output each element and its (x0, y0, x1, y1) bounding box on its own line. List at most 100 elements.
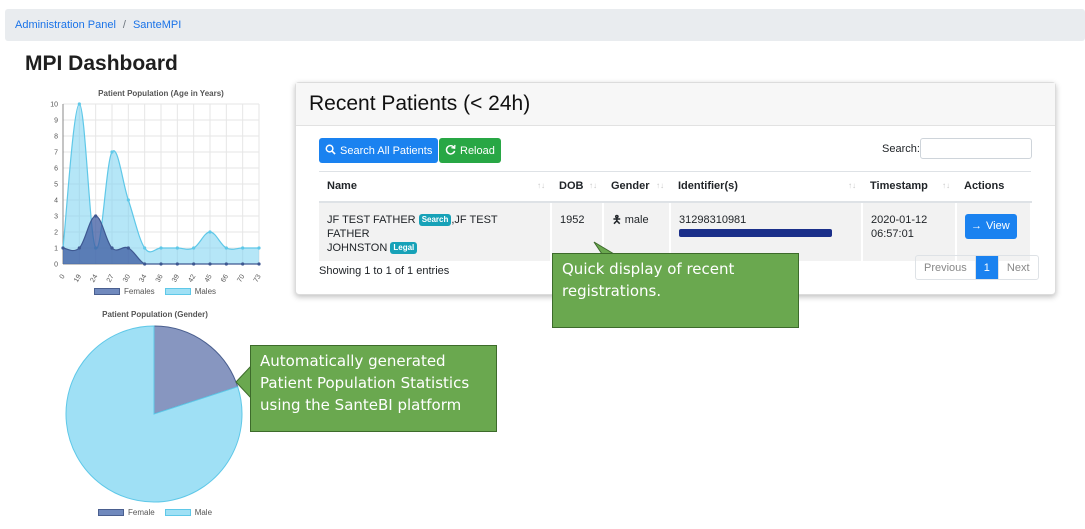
sort-icon: ↑↓ (942, 181, 950, 190)
age-chart-title: Patient Population (Age in Years) (98, 89, 224, 98)
male-person-icon: 🯅 (612, 213, 622, 226)
legend-swatch-female (98, 509, 124, 516)
point-females (110, 246, 114, 250)
point-males (192, 246, 196, 250)
point-males (143, 246, 147, 250)
y-tick-label: 9 (54, 118, 58, 125)
legal-badge: Legal (390, 241, 418, 254)
redacted-identifier (679, 228, 832, 237)
breadcrumb-administration-panel[interactable]: Administration Panel (15, 19, 116, 31)
gender-pie-chart (65, 325, 243, 503)
legend-swatch-females (94, 288, 120, 295)
legend-swatch-males (164, 288, 191, 295)
legend-swatch-male (164, 509, 191, 516)
search-label: Search: (882, 143, 920, 155)
table-row: JF TEST FATHER Search ,JF TEST FATHER JOH… (319, 201, 1032, 261)
point-males (77, 102, 81, 106)
point-females (208, 262, 212, 266)
search-all-patients-button[interactable]: Search All Patients (319, 138, 439, 163)
gender-chart-legend: Female Male (98, 508, 212, 517)
age-chart-legend: Females Males (94, 287, 216, 296)
point-males (257, 246, 261, 250)
point-males (224, 246, 228, 250)
point-females (61, 246, 65, 250)
age-chart: 0123456789100 19 24 27 30 34 36 39 42 45 66 70 73 (50, 102, 263, 284)
recent-patients-table: Name ↑↓ DOB ↑↓ Gender ↑↓ Identifier(s) ↑↓ Ti… (319, 171, 1032, 261)
point-females (143, 262, 147, 266)
x-tick-label: 30 (122, 273, 132, 283)
card-title: Recent Patients (< 24h) (309, 92, 531, 115)
column-header-actions: Actions (956, 171, 1031, 203)
point-females (126, 246, 130, 250)
page-title: MPI Dashboard (25, 52, 178, 75)
point-females (192, 262, 196, 266)
cell-name: JF TEST FATHER Search ,JF TEST FATHER JOH… (319, 201, 552, 261)
column-header-dob[interactable]: DOB ↑↓ (551, 171, 603, 203)
patient-name: JF TEST FATHER (327, 213, 416, 226)
reload-icon (445, 144, 456, 158)
point-females (77, 246, 81, 250)
point-females (175, 262, 179, 266)
y-tick-label: 4 (54, 198, 58, 205)
y-tick-label: 2 (54, 230, 58, 237)
reload-label: Reload (460, 144, 495, 157)
point-males (208, 230, 212, 234)
table-header-row: Name ↑↓ DOB ↑↓ Gender ↑↓ Identifier(s) ↑↓ Ti… (319, 171, 1031, 203)
point-males (159, 246, 163, 250)
y-tick-label: 3 (54, 214, 58, 221)
legend-label-females: Females (124, 287, 155, 296)
column-header-gender[interactable]: Gender ↑↓ (603, 171, 670, 203)
callout-population-statistics: Automatically generated Patient Populati… (250, 345, 497, 432)
entries-info: Showing 1 to 1 of 1 entries (319, 265, 450, 277)
identifier-value: 31298310981 (679, 213, 747, 226)
column-header-name[interactable]: Name ↑↓ (319, 171, 551, 203)
cell-timestamp: 2020-01-12 06:57:01 (862, 201, 957, 261)
sort-icon: ↑↓ (848, 181, 856, 190)
point-males (126, 198, 130, 202)
search-icon (325, 144, 336, 158)
y-tick-label: 7 (54, 150, 58, 157)
point-females (159, 262, 163, 266)
search-input[interactable] (920, 138, 1032, 159)
x-tick-label: 36 (155, 273, 165, 283)
point-males (110, 150, 114, 154)
pagination: Previous 1 Next (915, 255, 1039, 280)
x-tick-label: 34 (138, 273, 148, 283)
view-button[interactable]: → View (965, 213, 1017, 239)
y-tick-label: 1 (54, 246, 58, 253)
breadcrumb-santempi[interactable]: SanteMPI (133, 19, 181, 31)
point-females (224, 262, 228, 266)
callout-recent-registrations: Quick display of recent registrations. (552, 253, 799, 328)
card-header: Recent Patients (< 24h) (296, 83, 1055, 126)
y-tick-label: 5 (54, 182, 58, 189)
x-tick-label: 66 (220, 273, 230, 283)
x-tick-label: 45 (204, 273, 214, 283)
y-tick-label: 6 (54, 166, 58, 173)
next-page-button[interactable]: Next (997, 256, 1038, 279)
point-males (241, 246, 245, 250)
cell-identifiers: 31298310981 (670, 201, 863, 261)
page-1-button[interactable]: 1 (975, 256, 998, 279)
arrow-right-icon: → (971, 220, 982, 232)
search-all-patients-label: Search All Patients (340, 144, 433, 157)
y-tick-label: 10 (50, 102, 58, 109)
cell-actions: → View (956, 201, 1032, 261)
y-tick-label: 8 (54, 134, 58, 141)
x-tick-label: 24 (89, 273, 99, 283)
x-tick-label: 19 (73, 273, 83, 283)
legend-label-female: Female (128, 508, 155, 517)
point-females (241, 262, 245, 266)
x-tick-label: 42 (187, 273, 197, 283)
gender-chart-title: Patient Population (Gender) (102, 310, 208, 319)
x-tick-label: 27 (106, 273, 116, 283)
point-females (257, 262, 261, 266)
x-tick-label: 73 (253, 273, 263, 283)
previous-page-button[interactable]: Previous (916, 256, 976, 279)
legend-label-male: Male (194, 508, 213, 517)
search-badge: Search (418, 213, 452, 226)
column-header-timestamp[interactable]: Timestamp ↑↓ (862, 171, 956, 203)
reload-button[interactable]: Reload (439, 138, 501, 163)
sort-icon: ↑↓ (537, 181, 545, 190)
column-header-identifiers[interactable]: Identifier(s) ↑↓ (670, 171, 862, 203)
sort-icon: ↑↓ (589, 181, 597, 190)
